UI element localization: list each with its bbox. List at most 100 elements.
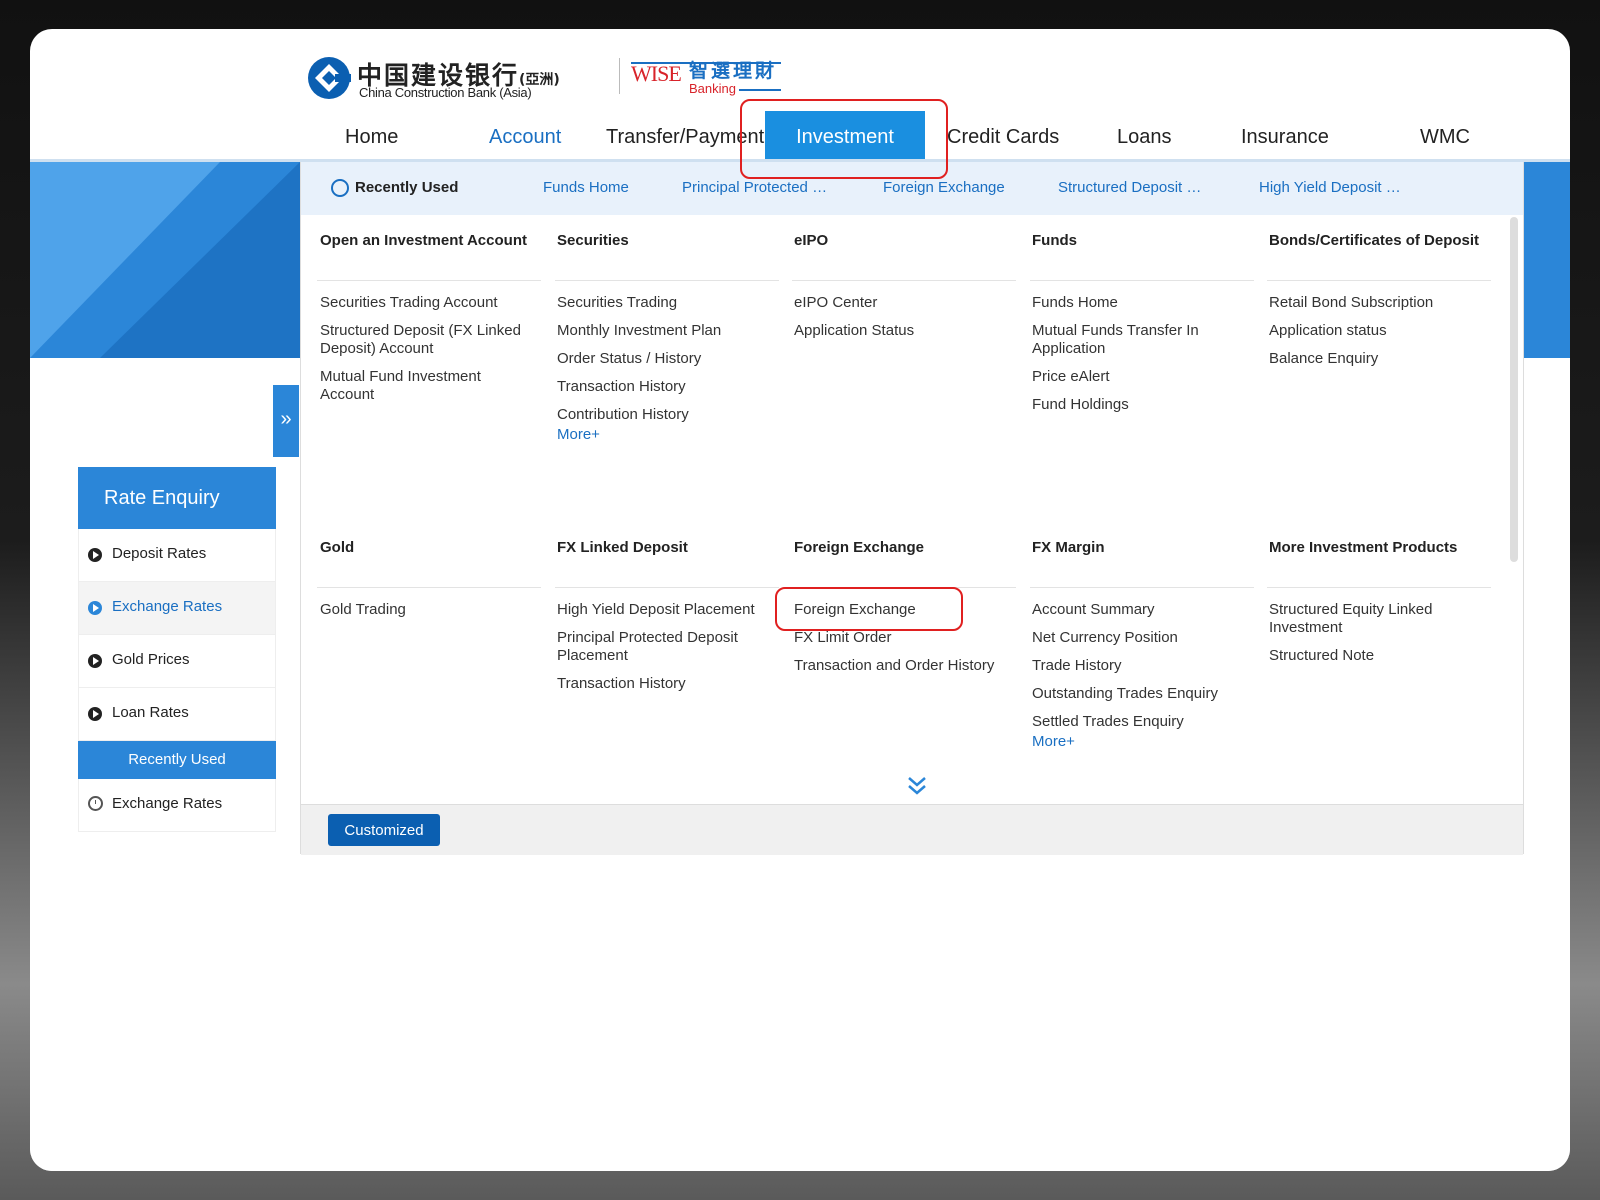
sidebar-item-exchange-rates[interactable]: Exchange Rates: [78, 582, 276, 635]
customized-button[interactable]: Customized: [328, 814, 440, 846]
double-chevron-down-icon[interactable]: [905, 774, 929, 798]
securities-more-link[interactable]: More+: [557, 426, 600, 443]
sidebar-title: Rate Enquiry: [78, 467, 276, 529]
recent-link-principal-protected[interactable]: Principal Protected …: [682, 179, 827, 196]
play-circle-icon: [88, 654, 102, 668]
play-circle-icon: [88, 548, 102, 562]
sidebar-item-loan-rates[interactable]: Loan Rates: [78, 688, 276, 741]
menu-link-structured-note[interactable]: Structured Note: [1269, 647, 1374, 665]
investment-mega-menu: Recently Used Funds Home Principal Prote…: [300, 162, 1524, 855]
menu-link-price-ealert[interactable]: Price eAlert: [1032, 368, 1110, 386]
menu-link-high-yield-deposit-placement[interactable]: High Yield Deposit Placement: [557, 601, 755, 619]
menu-link-trade-history[interactable]: Trade History: [1032, 657, 1121, 675]
menu-link-securities-trading[interactable]: Securities Trading: [557, 294, 677, 312]
column-heading-bonds: Bonds/Certificates of Deposit: [1269, 232, 1480, 249]
sidebar-item-label: Exchange Rates: [112, 795, 223, 812]
sidebar-recently-used-header: Recently Used: [78, 741, 276, 779]
menu-link-mutual-funds-transfer[interactable]: Mutual Funds Transfer In Application: [1032, 322, 1222, 358]
recently-used-label: Recently Used: [331, 179, 458, 197]
sidebar-item-label: Gold Prices: [112, 651, 190, 668]
column-heading-funds: Funds: [1032, 232, 1077, 249]
sidebar-recent-exchange-rates[interactable]: Exchange Rates: [78, 779, 276, 832]
expand-sidebar-toggle[interactable]: »: [273, 385, 299, 457]
column-divider: [555, 587, 779, 588]
column-heading-foreign-exchange: Foreign Exchange: [794, 539, 925, 556]
menu-link-fx-transaction-history[interactable]: Transaction History: [557, 675, 686, 693]
menu-link-retail-bond-subscription[interactable]: Retail Bond Subscription: [1269, 294, 1433, 312]
nav-wmc[interactable]: WMC: [1420, 111, 1470, 161]
column-heading-eipo: eIPO: [794, 232, 829, 249]
recent-link-structured-deposit[interactable]: Structured Deposit …: [1058, 179, 1201, 196]
menu-link-principal-protected-placement[interactable]: Principal Protected Deposit Placement: [557, 629, 757, 665]
nav-loans[interactable]: Loans: [1117, 111, 1172, 161]
clock-icon: [88, 796, 103, 811]
column-divider: [1267, 280, 1491, 281]
rate-enquiry-sidebar: Rate Enquiry Deposit Rates Exchange Rate…: [78, 467, 276, 832]
menu-scrollbar[interactable]: [1510, 217, 1518, 562]
column-heading-securities: Securities: [557, 232, 629, 249]
menu-link-settled-trades[interactable]: Settled Trades Enquiry: [1032, 713, 1184, 731]
browser-screen: 中国建设银行(亞洲) China Construction Bank (Asia…: [30, 29, 1570, 1171]
menu-link-eipo-center[interactable]: eIPO Center: [794, 294, 877, 312]
menu-link-fund-holdings[interactable]: Fund Holdings: [1032, 396, 1129, 414]
sidebar-item-gold-prices[interactable]: Gold Prices: [78, 635, 276, 688]
column-heading-open-account: Open an Investment Account: [320, 232, 527, 249]
menu-link-gold-trading[interactable]: Gold Trading: [320, 601, 406, 619]
wise-logo-chinese: 智選理財: [689, 60, 778, 82]
column-heading-more-products: More Investment Products: [1269, 539, 1458, 556]
wise-logo-rule-2: [739, 89, 781, 91]
highlight-investment-tab: [740, 99, 948, 179]
column-heading-gold: Gold: [320, 539, 355, 556]
column-divider: [1030, 280, 1254, 281]
menu-link-funds-home[interactable]: Funds Home: [1032, 294, 1118, 312]
menu-link-application-status[interactable]: Application Status: [794, 322, 914, 340]
menu-link-structured-deposit-account[interactable]: Structured Deposit (FX Linked Deposit) A…: [320, 322, 535, 358]
play-circle-icon: [88, 601, 102, 615]
menu-link-securities-trading-account[interactable]: Securities Trading Account: [320, 294, 498, 312]
menu-link-structured-equity[interactable]: Structured Equity Linked Investment: [1269, 601, 1459, 637]
wise-logo-text: WISE: [631, 61, 682, 86]
sidebar-item-label: Exchange Rates: [112, 598, 223, 615]
sidebar-item-label: Deposit Rates: [112, 545, 207, 562]
play-circle-icon: [88, 707, 102, 721]
nav-credit-cards[interactable]: Credit Cards: [947, 111, 1059, 161]
menu-footer: Customized: [301, 804, 1523, 855]
nav-insurance[interactable]: Insurance: [1241, 111, 1329, 161]
logo-divider: [619, 58, 620, 94]
menu-link-balance-enquiry[interactable]: Balance Enquiry: [1269, 350, 1378, 368]
menu-link-transaction-order-history[interactable]: Transaction and Order History: [794, 657, 994, 675]
history-icon: [331, 179, 349, 197]
column-divider: [792, 280, 1016, 281]
highlight-foreign-exchange-link: [775, 587, 963, 631]
menu-link-transaction-history[interactable]: Transaction History: [557, 378, 686, 396]
sidebar-item-deposit-rates[interactable]: Deposit Rates: [78, 529, 276, 582]
bank-logo[interactable]: 中国建设银行(亞洲) China Construction Bank (Asia…: [307, 56, 797, 118]
column-divider: [1030, 587, 1254, 588]
recent-link-foreign-exchange[interactable]: Foreign Exchange: [883, 179, 1005, 196]
column-heading-fx-margin: FX Margin: [1032, 539, 1105, 556]
banner-decoration: [100, 162, 300, 358]
nav-account[interactable]: Account: [489, 111, 561, 161]
column-divider: [317, 280, 541, 281]
ccb-logo-icon: [308, 57, 351, 99]
fx-margin-more-link[interactable]: More+: [1032, 733, 1075, 750]
logo-english-name: China Construction Bank (Asia): [359, 85, 532, 100]
menu-link-fx-limit-order[interactable]: FX Limit Order: [794, 629, 892, 647]
menu-link-account-summary[interactable]: Account Summary: [1032, 601, 1155, 619]
recent-link-high-yield-deposit[interactable]: High Yield Deposit …: [1259, 179, 1401, 196]
wise-logo-banking: Banking: [689, 81, 736, 96]
menu-link-net-currency-position[interactable]: Net Currency Position: [1032, 629, 1178, 647]
column-divider: [317, 587, 541, 588]
column-heading-fx-linked-deposit: FX Linked Deposit: [557, 539, 688, 556]
sidebar-item-label: Loan Rates: [112, 704, 189, 721]
menu-link-monthly-investment-plan[interactable]: Monthly Investment Plan: [557, 322, 721, 340]
column-divider: [1267, 587, 1491, 588]
menu-link-contribution-history[interactable]: Contribution History: [557, 406, 689, 424]
menu-link-outstanding-trades[interactable]: Outstanding Trades Enquiry: [1032, 685, 1218, 703]
column-divider: [555, 280, 779, 281]
recent-link-funds-home[interactable]: Funds Home: [543, 179, 629, 196]
menu-link-mutual-fund-account[interactable]: Mutual Fund Investment Account: [320, 368, 520, 404]
nav-home[interactable]: Home: [345, 111, 398, 161]
menu-link-bond-application-status[interactable]: Application status: [1269, 322, 1387, 340]
menu-link-order-status[interactable]: Order Status / History: [557, 350, 701, 368]
